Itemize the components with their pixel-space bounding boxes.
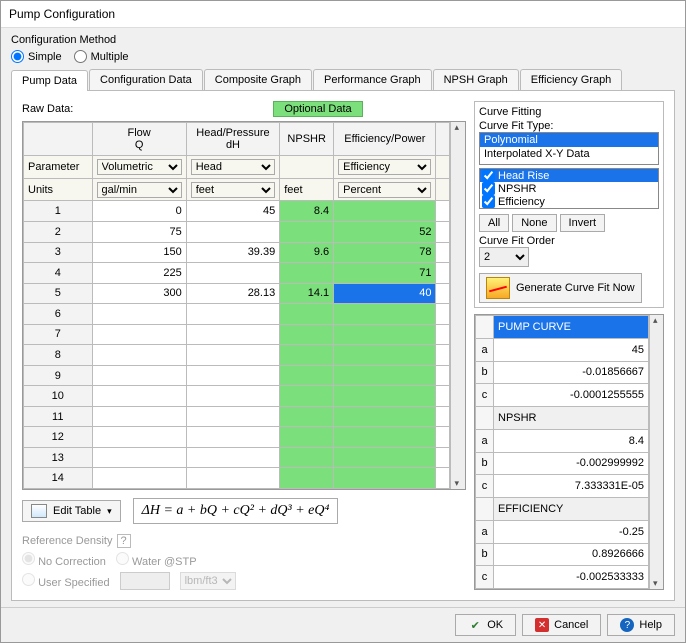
coef-row: b-0.01856667 [476,361,649,384]
table-row[interactable]: 8 [24,345,450,366]
table-row[interactable]: 27552 [24,222,450,243]
chart-icon [486,277,510,299]
head-param-select[interactable]: Head [191,159,276,175]
curve-fit-order-label: Curve Fit Order [479,235,659,247]
radio-no-correction: No Correction [22,552,106,568]
tab-pump-data[interactable]: Pump Data [11,70,88,91]
close-icon: ✕ [535,618,549,632]
help-icon: ? [117,534,131,548]
coef-row: c-0.002533333 [476,566,649,589]
curve-fit-type-label: Curve Fit Type: [479,120,659,132]
table-row[interactable]: 6 [24,304,450,325]
table-row[interactable]: 13 [24,447,450,468]
curve-fit-type-option[interactable]: Interpolated X-Y Data [480,147,658,161]
edit-table-label: Edit Table [53,505,101,517]
all-button[interactable]: All [479,214,509,232]
generate-curve-fit-button[interactable]: Generate Curve Fit Now [479,273,642,303]
curve-fitting-panel: Curve Fitting Curve Fit Type: Polynomial… [474,101,664,308]
radio-simple-label: Simple [28,51,62,63]
tab-performance-graph[interactable]: Performance Graph [313,69,432,90]
help-button[interactable]: ?Help [607,614,675,636]
table-row[interactable]: 530028.1314.140 [24,283,450,304]
coef-row: a45 [476,338,649,361]
check-icon: ✔ [468,618,482,632]
tab-efficiency-graph[interactable]: Efficiency Graph [520,69,623,90]
none-button[interactable]: None [512,214,556,232]
help-circle-icon: ? [620,618,634,632]
table-row[interactable]: 14 [24,468,450,489]
table-edit-icon [31,504,47,518]
density-value-input [120,572,170,590]
table-row[interactable]: 9 [24,365,450,386]
coef-row: a-0.25 [476,520,649,543]
invert-button[interactable]: Invert [560,214,606,232]
flow-param-select[interactable]: Volumetric [97,159,182,175]
coef-row: c-0.0001255555 [476,384,649,407]
curve-fit-type-option[interactable]: Polynomial [480,133,658,147]
series-check-head-rise[interactable]: Head Rise [480,169,658,182]
edit-table-button[interactable]: Edit Table ▾ [22,500,121,522]
table-row[interactable]: 10 [24,386,450,407]
tab-strip: Pump DataConfiguration DataComposite Gra… [11,69,675,90]
radio-simple[interactable]: Simple [11,50,62,63]
coef-row: b-0.002999992 [476,452,649,475]
table-row[interactable]: 315039.399.678 [24,242,450,263]
formula-display: ΔH = a + bQ + cQ² + dQ³ + eQ⁴ [133,498,339,524]
table-row[interactable]: 10458.4 [24,201,450,222]
curve-fit-type-list[interactable]: PolynomialInterpolated X-Y Data [479,132,659,165]
coef-row: c7.333331E-05 [476,475,649,498]
radio-user-specified: User Specified [22,573,110,589]
table-row[interactable]: 12 [24,427,450,448]
radio-multiple[interactable]: Multiple [74,50,129,63]
tab-npsh-graph[interactable]: NPSH Graph [433,69,519,90]
window-title: Pump Configuration [1,1,685,28]
content-area: Configuration Method Simple Multiple Pum… [1,28,685,607]
eff-units-select[interactable]: Percent [338,182,431,198]
coefficient-table: PUMP CURVEa45b-0.01856667c-0.0001255555N… [474,314,664,590]
config-method-group: Configuration Method Simple Multiple [11,34,675,69]
flow-units-select[interactable]: gal/min [97,182,182,198]
table-row[interactable]: 422571 [24,263,450,284]
curve-fit-order-select[interactable]: 2 [479,247,529,267]
generate-curve-fit-label: Generate Curve Fit Now [516,282,635,294]
chevron-down-icon: ▾ [107,506,112,517]
coef-scrollbar[interactable] [649,315,663,589]
coef-row: a8.4 [476,429,649,452]
series-check-efficiency[interactable]: Efficiency [480,195,658,208]
head-units-select[interactable]: feet [191,182,276,198]
density-units-select: lbm/ft3 [180,572,236,590]
tab-composite-graph[interactable]: Composite Graph [204,69,312,90]
cancel-button[interactable]: ✕Cancel [522,614,601,636]
table-row[interactable]: 7 [24,324,450,345]
ref-density-title: Reference Density [22,535,113,547]
series-check-npshr[interactable]: NPSHR [480,182,658,195]
curve-series-list[interactable]: Head Rise NPSHR Efficiency [479,168,659,209]
dialog-button-bar: ✔OK ✕Cancel ?Help [1,607,685,642]
curve-fitting-title: Curve Fitting [479,106,659,118]
config-method-legend: Configuration Method [11,34,116,46]
reference-density-group: Reference Density? No Correction Water @… [22,534,466,590]
radio-multiple-label: Multiple [91,51,129,63]
eff-param-select[interactable]: Efficiency [338,159,431,175]
raw-data-table: FlowQHead/PressuredHNPSHREfficiency/Powe… [22,121,466,490]
coef-row: b0.8926666 [476,543,649,566]
table-scrollbar[interactable] [450,122,465,489]
tab-configuration-data[interactable]: Configuration Data [89,69,203,90]
radio-water-stp: Water @STP [116,552,197,568]
raw-data-label: Raw Data: [22,103,73,115]
optional-data-badge: Optional Data [273,101,362,117]
table-row[interactable]: 11 [24,406,450,427]
ok-button[interactable]: ✔OK [455,614,516,636]
tab-body: Raw Data: Optional Data FlowQHead/Pressu… [11,90,675,601]
